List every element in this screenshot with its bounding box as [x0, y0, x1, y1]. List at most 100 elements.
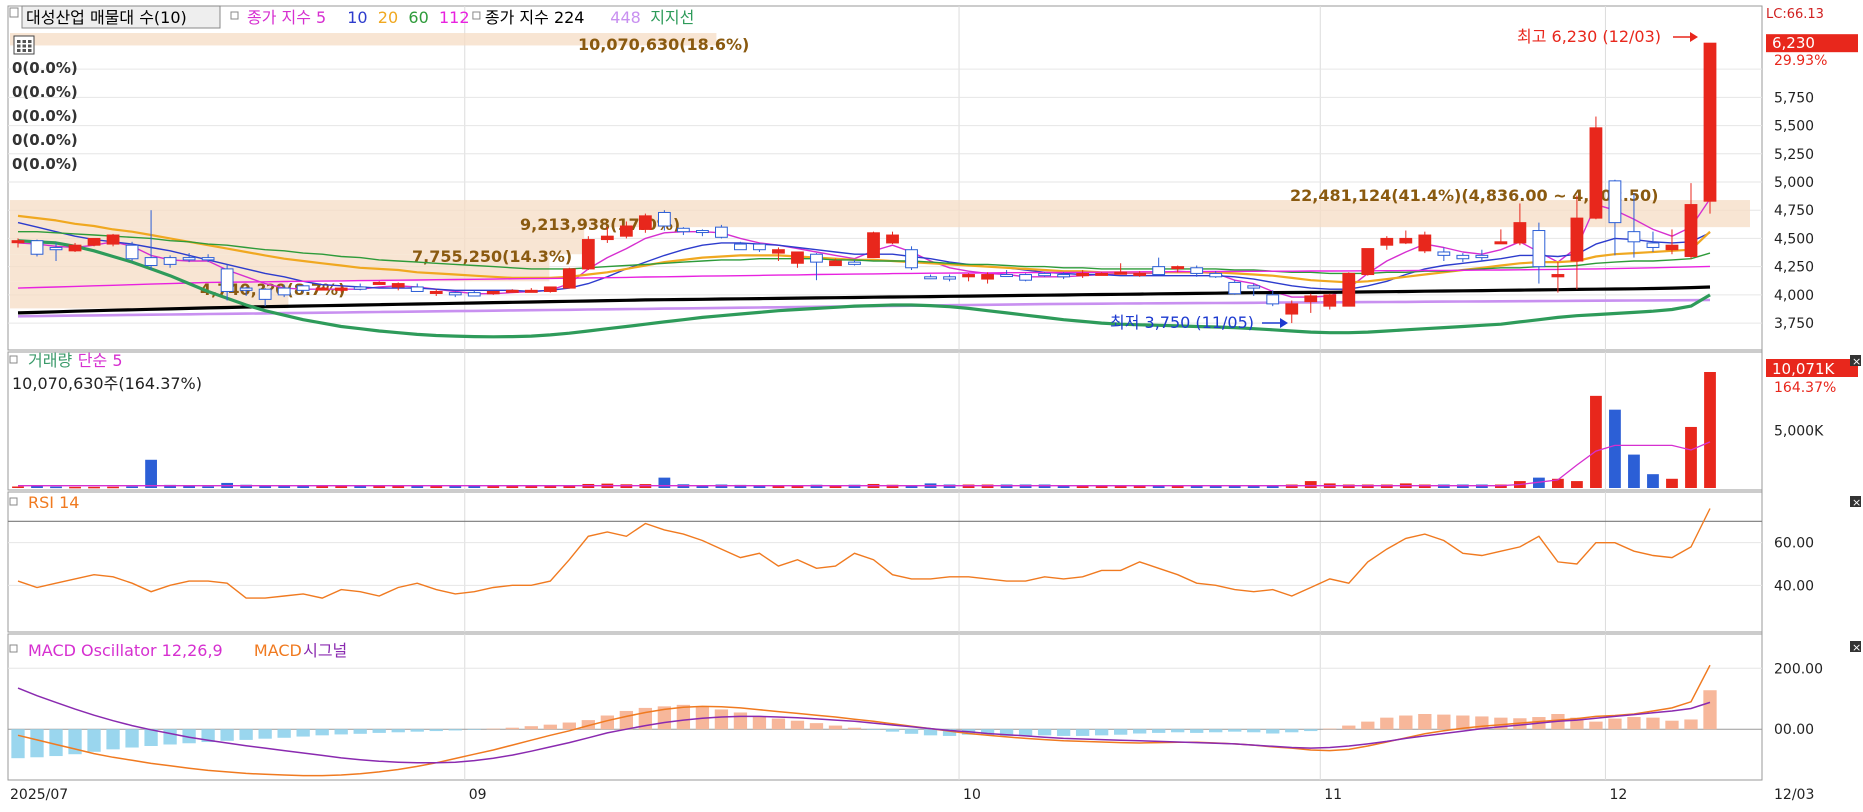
candle-body — [220, 268, 234, 292]
candle-body — [1684, 204, 1698, 257]
macd-oscillator-bar — [790, 720, 805, 730]
current-change-label: 29.93% — [1774, 53, 1827, 69]
volume-bar — [50, 486, 62, 489]
candle-body — [1437, 251, 1451, 256]
zero-label: 0(0.0%) — [12, 83, 78, 101]
candle-body — [1057, 274, 1071, 278]
stock-chart[interactable]: 10,070,630(18.6%) 22,481,124(41.4%)(4,836… — [0, 0, 1863, 812]
candle-body — [429, 290, 443, 294]
macd-oscillator-bar — [1228, 729, 1242, 732]
candle-body — [657, 211, 671, 227]
macd-oscillator-bar — [391, 729, 405, 733]
macd-oscillator-bar — [1418, 714, 1432, 730]
macd-tick-label: 200.00 — [1774, 661, 1823, 677]
candle-body — [1209, 272, 1223, 278]
volume-bar — [1571, 481, 1583, 488]
macd-oscillator-bar — [1323, 728, 1337, 730]
legend-item: RSI 14 — [28, 493, 79, 512]
macd-oscillator-bar — [1171, 729, 1185, 733]
low-annotation: 최저 3,750 (11/05) — [1110, 313, 1254, 332]
corner-text: LC:66.13 — [1766, 7, 1824, 22]
calendar-icon-cell — [17, 44, 21, 48]
price-tick-label: 4,750 — [1774, 203, 1814, 219]
volume-bar — [1628, 454, 1640, 488]
candle-body — [676, 227, 690, 233]
macd-oscillator-bar — [353, 729, 367, 734]
rsi-tick-label: 40.00 — [1774, 578, 1814, 594]
macd-oscillator-bar — [733, 712, 748, 730]
candle-body — [1133, 272, 1147, 276]
macd-oscillator-bar — [1342, 725, 1356, 730]
candle-body — [1190, 267, 1204, 274]
candle-body — [296, 285, 310, 291]
candle-body — [981, 274, 994, 280]
candle-body — [182, 257, 196, 261]
candle-body — [163, 257, 177, 265]
price-tick-label: 5,500 — [1774, 119, 1814, 135]
macd-oscillator-bar — [296, 729, 310, 737]
candle-body — [1703, 42, 1717, 202]
legend-item: 대성산업 매물대 수(10) — [26, 8, 187, 27]
legend-item: 20 — [378, 8, 398, 27]
candle-body — [1266, 294, 1280, 305]
macd-oscillator-bar — [1361, 721, 1375, 730]
rsi-tick-label: 60.00 — [1774, 536, 1814, 552]
candle-body — [1418, 234, 1432, 252]
candle-body — [144, 257, 158, 267]
calendar-icon-cell — [22, 44, 26, 48]
macd-oscillator-bar — [619, 710, 634, 730]
macd-oscillator-bar — [1665, 720, 1679, 730]
volume-profile-label: 9,213,938(17.0%) — [520, 215, 680, 234]
candle-body — [715, 226, 728, 238]
candle-body — [1475, 254, 1489, 259]
calendar-icon-cell — [17, 49, 21, 52]
legend-item: 단순 5 — [78, 351, 123, 370]
volume-ratio-label: 164.37% — [1774, 380, 1836, 396]
legend-item: 종가 지수 224 — [485, 8, 585, 27]
candle-body — [1456, 254, 1470, 260]
legend-marker — [9, 497, 18, 506]
macd-oscillator-bar — [258, 729, 272, 739]
macd-oscillator-bar — [1037, 729, 1052, 736]
volume-bar — [1704, 372, 1716, 488]
macd-oscillator-bar — [714, 709, 729, 730]
candle-body — [11, 240, 25, 244]
current-price-label: 6,230 — [1772, 34, 1815, 52]
close-icon-glyph: × — [1852, 641, 1861, 654]
candle-body — [1095, 272, 1109, 276]
macd-oscillator-bar — [277, 729, 291, 738]
zero-label: 0(0.0%) — [12, 107, 78, 125]
candle-body — [1228, 281, 1242, 295]
candle-body — [372, 281, 386, 285]
candle-body — [829, 260, 842, 267]
candle-body — [791, 251, 804, 264]
volume-profile-label: 10,070,630(18.6%) — [578, 35, 749, 54]
candle-body — [581, 239, 595, 270]
candle-body — [467, 292, 481, 297]
candle-body — [353, 286, 367, 290]
candle-body — [1114, 271, 1128, 275]
candle-body — [68, 244, 82, 252]
volume-bar — [1304, 481, 1317, 488]
candle-body — [1076, 272, 1090, 277]
volume-bar — [202, 486, 215, 489]
calendar-icon-cell — [22, 40, 26, 43]
legend-marker — [472, 11, 481, 20]
price-tick-label: 5,250 — [1774, 147, 1814, 163]
macd-oscillator-bar — [923, 729, 938, 736]
macd-oscillator-bar — [1209, 729, 1223, 733]
candle-body — [87, 237, 101, 246]
legend-marker — [9, 644, 18, 653]
macd-oscillator-bar — [1304, 729, 1318, 732]
macd-oscillator-bar — [828, 725, 843, 730]
legend-item: MACD Oscillator 12,26,9 — [28, 641, 223, 660]
macd-oscillator-bar — [1380, 717, 1394, 730]
price-tick-label: 4,250 — [1774, 260, 1814, 276]
macd-oscillator-bar — [448, 729, 462, 731]
macd-oscillator-bar — [1133, 729, 1147, 734]
macd-oscillator-bar — [11, 729, 25, 759]
candle-body — [1247, 285, 1261, 289]
close-icon-glyph: × — [1852, 355, 1861, 368]
candle-body — [543, 286, 557, 292]
legend-item: MACD — [254, 641, 302, 660]
